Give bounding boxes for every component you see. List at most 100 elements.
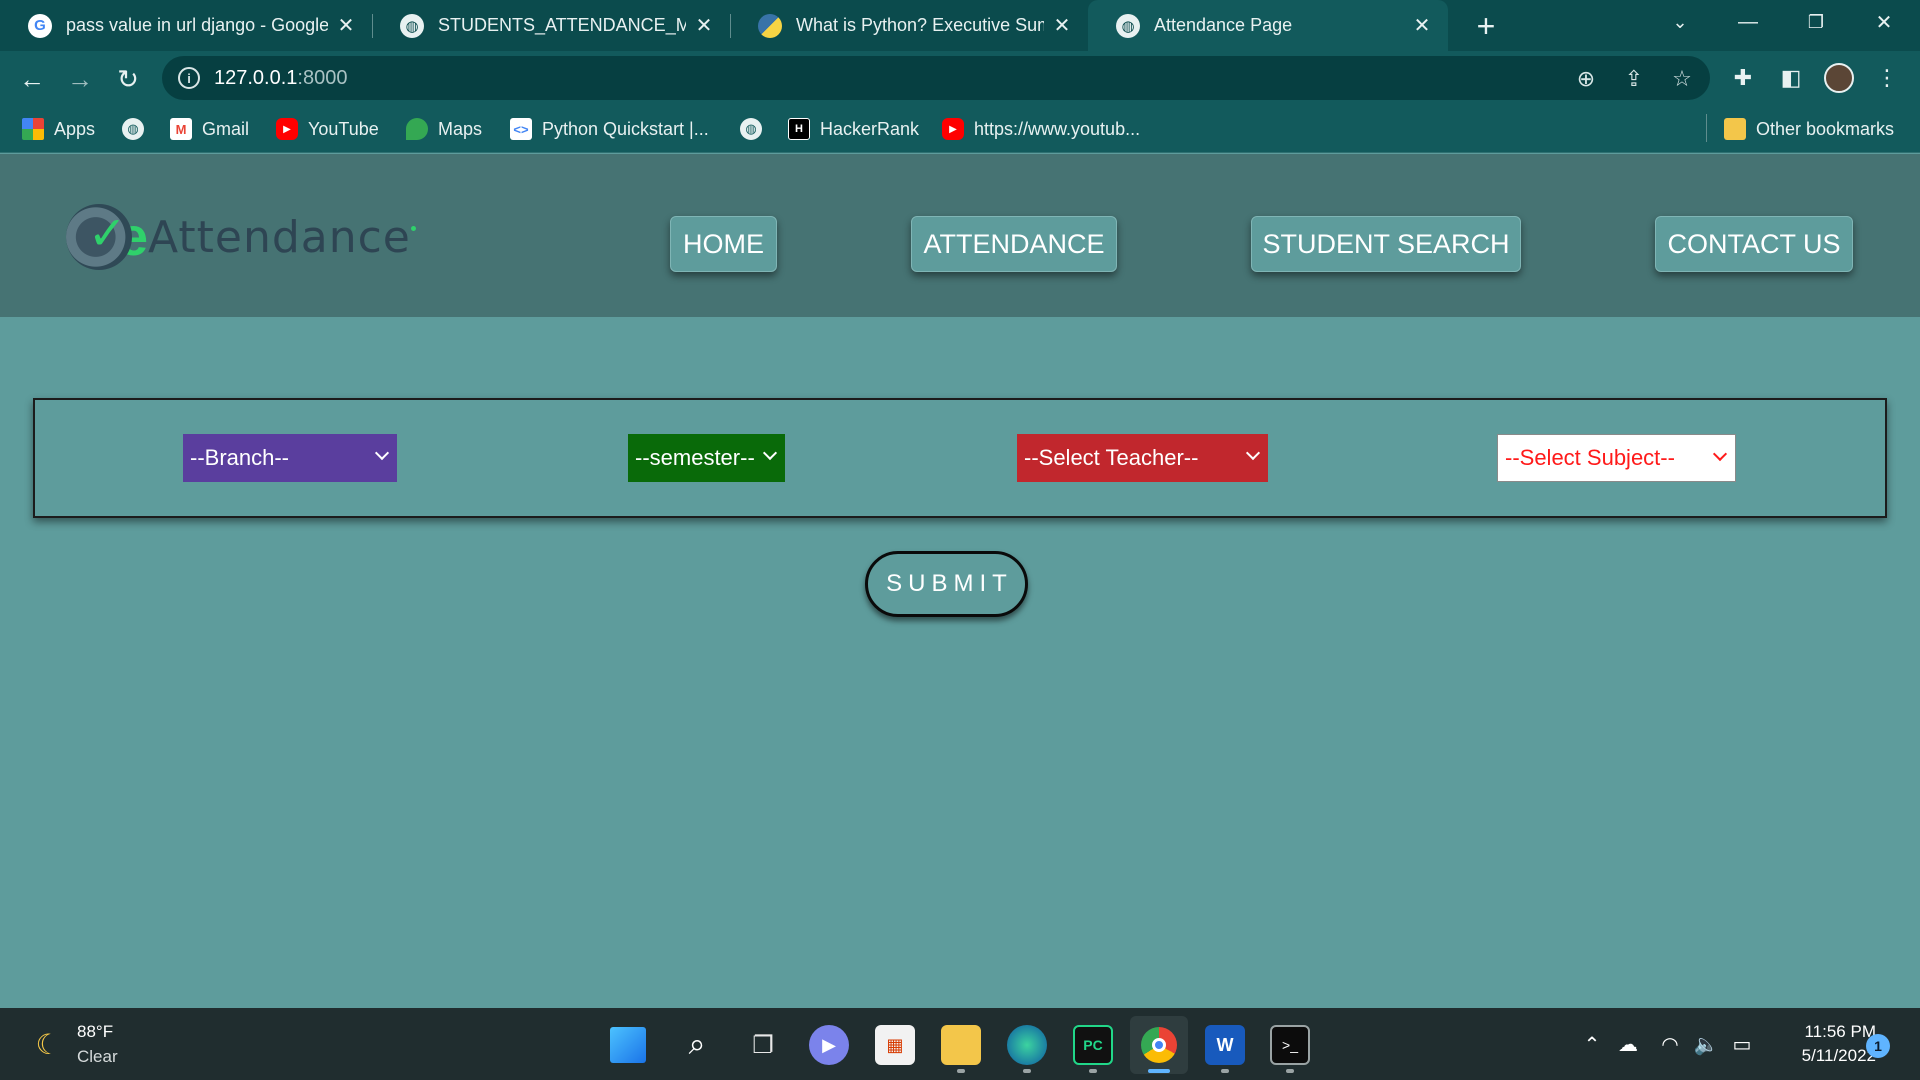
search-icon[interactable]: ⌕: [677, 1025, 717, 1065]
url-host: 127.0.0.1: [214, 67, 298, 89]
chrome-icon: [1141, 1027, 1177, 1063]
bookmark-label: Maps: [438, 118, 483, 139]
share-icon[interactable]: ⇪: [1620, 65, 1648, 93]
moon-weather-icon[interactable]: ☾: [32, 1028, 64, 1060]
semester-select[interactable]: --semester--: [628, 434, 785, 482]
browser-tab[interactable]: ◍ STUDENTS_ATTENDANCE_MANA ✕: [372, 0, 730, 51]
chrome-taskbar-button[interactable]: [1130, 1016, 1188, 1074]
bookmark-gmail[interactable]: M Gmail: [170, 117, 249, 141]
bookmark-maps[interactable]: Maps: [406, 117, 482, 141]
submit-button[interactable]: SUBMIT: [865, 551, 1028, 617]
show-hidden-icons-chevron-icon[interactable]: ⌃: [1578, 1030, 1606, 1058]
close-tab-icon[interactable]: ✕: [694, 13, 714, 38]
bookmark-youtube-link[interactable]: ▶ https://www.youtub...: [942, 117, 1140, 141]
pycharm-icon[interactable]: PC: [1073, 1025, 1113, 1065]
volume-icon[interactable]: 🔈: [1692, 1030, 1720, 1058]
bookmarks-divider: [1706, 114, 1707, 142]
teacher-select[interactable]: --Select Teacher--: [1017, 434, 1268, 482]
site-info-icon[interactable]: i: [178, 67, 200, 89]
globe-icon: ◍: [1116, 13, 1140, 38]
clock-date[interactable]: 5/11/2022: [1776, 1046, 1876, 1066]
url-port: :8000: [297, 67, 348, 89]
tab-title: What is Python? Executive Summ: [796, 15, 1044, 35]
side-panel-icon[interactable]: ◧: [1776, 63, 1806, 93]
notification-badge[interactable]: 1: [1866, 1034, 1890, 1058]
globe-icon: ◍: [400, 13, 424, 38]
subject-select[interactable]: --Select Subject--: [1497, 434, 1736, 482]
bookmark-globe[interactable]: ◍: [740, 117, 772, 141]
bookmark-label: Other bookmarks: [1756, 118, 1895, 139]
onedrive-cloud-icon[interactable]: ☁: [1614, 1030, 1642, 1058]
folder-icon: [1724, 118, 1746, 140]
zoom-icon[interactable]: ⊕: [1572, 65, 1600, 93]
edge-browser-icon[interactable]: [1007, 1025, 1047, 1065]
branch-select-value: --Branch--: [190, 445, 290, 470]
bookmark-hackerrank[interactable]: H HackerRank: [788, 117, 919, 141]
address-bar[interactable]: i 127.0.0.1:8000 ⊕ ⇪ ☆: [162, 56, 1710, 100]
new-tab-plus-icon[interactable]: +: [1468, 8, 1504, 44]
running-indicator: [957, 1069, 965, 1073]
other-bookmarks[interactable]: Other bookmarks: [1724, 117, 1894, 141]
maps-pin-icon: [406, 118, 428, 140]
close-tab-icon[interactable]: ✕: [336, 13, 356, 38]
hackerrank-icon: H: [788, 118, 810, 140]
bookmark-star-icon[interactable]: ☆: [1668, 65, 1696, 93]
file-explorer-icon[interactable]: [941, 1025, 981, 1065]
extensions-puzzle-icon[interactable]: ✚: [1728, 63, 1758, 93]
gmail-icon: M: [170, 118, 192, 140]
tab-title: pass value in url django - Google: [66, 15, 328, 35]
forward-arrow-icon[interactable]: →: [60, 59, 100, 99]
wifi-icon[interactable]: ◠: [1656, 1030, 1684, 1058]
browser-menu-icon[interactable]: ⋮: [1872, 63, 1902, 93]
clock-time[interactable]: 11:56 PM: [1786, 1022, 1876, 1042]
reload-icon[interactable]: ↻: [108, 59, 148, 99]
bookmark-youtube[interactable]: ▶ YouTube: [276, 117, 379, 141]
apps-grid-icon: [22, 118, 44, 140]
youtube-icon: ▶: [276, 118, 298, 140]
bookmark-label: https://www.youtub...: [974, 118, 1141, 139]
browser-toolbar: ← → ↻ i 127.0.0.1:8000 ⊕ ⇪ ☆ ✚ ◧ ⋮: [0, 51, 1920, 105]
browser-tab-active[interactable]: ◍ Attendance Page ✕: [1088, 0, 1448, 51]
browser-tab[interactable]: G pass value in url django - Google ✕: [0, 0, 372, 51]
tab-title: Attendance Page: [1154, 15, 1293, 35]
nav-contact-us-button[interactable]: CONTACT US: [1655, 216, 1853, 272]
address-url[interactable]: 127.0.0.1:8000: [214, 67, 347, 90]
chevron-down-icon: [374, 445, 390, 461]
bookmark-label: Gmail: [202, 118, 250, 139]
checkmark-icon: ✓: [88, 207, 127, 259]
nav-attendance-button[interactable]: ATTENDANCE: [911, 216, 1117, 272]
profile-avatar[interactable]: [1824, 63, 1854, 93]
bookmark-globe[interactable]: ◍: [122, 117, 154, 141]
battery-icon[interactable]: ▭: [1728, 1030, 1756, 1058]
logo-text: Attendance: [148, 211, 411, 263]
bookmark-python-quickstart[interactable]: <> Python Quickstart |...: [510, 117, 709, 141]
running-indicator: [1023, 1069, 1031, 1073]
running-indicator: [1089, 1069, 1097, 1073]
browser-tab[interactable]: P What is Python? Executive Summ ✕: [730, 0, 1088, 51]
bookmark-apps[interactable]: Apps: [22, 117, 95, 141]
python-quickstart-icon: <>: [510, 118, 532, 140]
nav-home-button[interactable]: HOME: [670, 216, 777, 272]
restore-icon[interactable]: ❐: [1782, 0, 1850, 44]
close-tab-icon[interactable]: ✕: [1412, 13, 1432, 38]
site-logo[interactable]: ✓ e Attendance: [66, 204, 416, 270]
semester-select-value: --semester--: [635, 445, 755, 470]
weather-condition[interactable]: Clear: [77, 1047, 118, 1067]
close-tab-icon[interactable]: ✕: [1052, 13, 1072, 38]
windows-start-icon[interactable]: [610, 1027, 646, 1063]
close-window-icon[interactable]: ✕: [1850, 0, 1918, 44]
task-view-icon[interactable]: ❐: [743, 1025, 783, 1065]
minimize-icon[interactable]: —: [1714, 0, 1782, 44]
running-indicator: [1286, 1069, 1294, 1073]
teams-chat-icon[interactable]: ▶: [809, 1025, 849, 1065]
microsoft-store-icon[interactable]: ▦: [875, 1025, 915, 1065]
back-arrow-icon[interactable]: ←: [12, 59, 52, 99]
word-icon[interactable]: W: [1205, 1025, 1245, 1065]
terminal-icon[interactable]: >_: [1270, 1025, 1310, 1065]
nav-student-search-button[interactable]: STUDENT SEARCH: [1251, 216, 1521, 272]
tab-search-chevron-icon[interactable]: ⌄: [1646, 0, 1714, 44]
running-indicator: [1221, 1069, 1229, 1073]
branch-select[interactable]: --Branch--: [183, 434, 397, 482]
chevron-down-icon: [1712, 446, 1728, 462]
weather-temperature[interactable]: 88°F: [77, 1022, 113, 1042]
